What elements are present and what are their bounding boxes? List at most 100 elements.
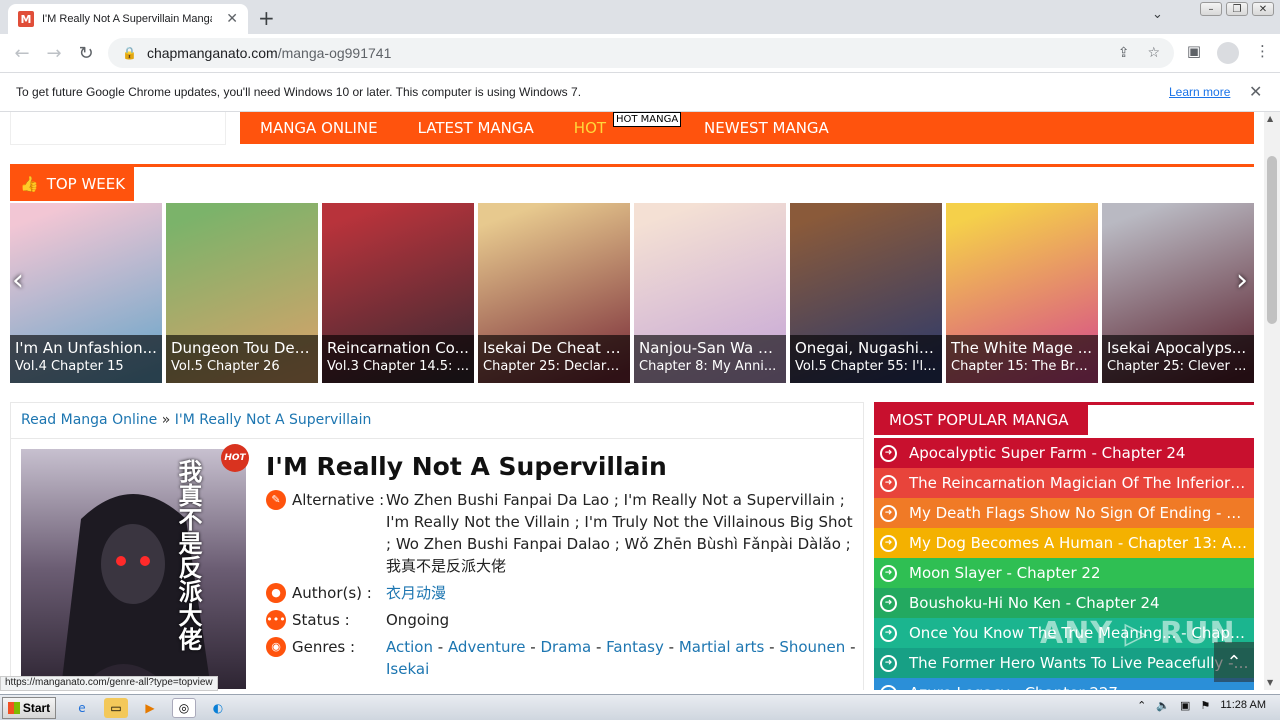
scroll-up-arrow-icon[interactable]: ▲ xyxy=(1267,114,1273,123)
nav-manga-online[interactable]: MANGA ONLINE xyxy=(260,119,378,137)
top-week-card[interactable]: Onegai, Nugashite. Vol.5 Chapter 55: I'll… xyxy=(790,203,942,383)
popular-item-text[interactable]: My Dog Becomes A Human - Chapter 13: A S… xyxy=(909,534,1249,552)
forward-arrow-icon[interactable]: → xyxy=(38,43,70,64)
edge-icon[interactable]: ◐ xyxy=(206,698,230,718)
bookmark-star-icon[interactable]: ☆ xyxy=(1147,45,1160,61)
card-title[interactable]: Isekai De Cheat S... xyxy=(483,339,625,357)
scroll-down-arrow-icon[interactable]: ▼ xyxy=(1267,678,1273,687)
volume-icon[interactable]: 🔈 xyxy=(1156,699,1170,712)
genre-link[interactable]: Drama xyxy=(540,638,591,656)
popular-item-text[interactable]: The Former Hero Wants To Live Peacefully… xyxy=(909,654,1249,672)
carousel-next-arrow-icon[interactable]: › xyxy=(1236,263,1248,298)
infobar-close-icon[interactable]: ✕ xyxy=(1249,82,1262,102)
clock[interactable]: 11:28 AM xyxy=(1220,699,1266,712)
card-chapter[interactable]: Chapter 25: Declara... xyxy=(483,359,625,374)
scrollbar-thumb[interactable] xyxy=(1267,156,1277,324)
browser-tab[interactable]: M I'M Really Not A Supervillain Manga O … xyxy=(8,4,248,34)
popular-item[interactable]: ➜ The Reincarnation Magician Of The Infer… xyxy=(874,468,1254,498)
genres-list: Action - Adventure - Drama - Fantasy - M… xyxy=(386,636,856,680)
page-scrollbar[interactable]: ▲ ▼ xyxy=(1264,112,1280,690)
top-week-card[interactable]: Isekai Apocalyps... Chapter 25: Clever ..… xyxy=(1102,203,1254,383)
new-tab-plus-icon[interactable]: + xyxy=(258,6,275,30)
popular-item-text[interactable]: Boushoku-Hi No Ken - Chapter 24 xyxy=(909,594,1249,612)
popular-item-text[interactable]: My Death Flags Show No Sign Of Ending - … xyxy=(909,504,1249,522)
share-icon[interactable]: ⇪ xyxy=(1118,45,1130,61)
site-logo-area[interactable] xyxy=(10,112,226,145)
card-title[interactable]: Onegai, Nugashite. xyxy=(795,339,937,357)
genre-link[interactable]: Isekai xyxy=(386,660,429,678)
start-button[interactable]: Start xyxy=(2,696,56,719)
learn-more-link[interactable]: Learn more xyxy=(1169,85,1230,99)
card-title[interactable]: The White Mage ... xyxy=(951,339,1093,357)
close-window-icon[interactable]: ✕ xyxy=(1252,2,1274,16)
breadcrumb-home[interactable]: Read Manga Online xyxy=(21,412,157,428)
popular-item-text[interactable]: Apocalyptic Super Farm - Chapter 24 xyxy=(909,444,1249,462)
popular-item-text[interactable]: Moon Slayer - Chapter 22 xyxy=(909,564,1249,582)
card-title[interactable]: Dungeon Tou De ... xyxy=(171,339,313,357)
popular-item[interactable]: ➜ My Dog Becomes A Human - Chapter 13: A … xyxy=(874,528,1254,558)
carousel-prev-arrow-icon[interactable]: ‹ xyxy=(12,263,24,298)
start-label: Start xyxy=(22,700,51,715)
tab-strip: M I'M Really Not A Supervillain Manga O … xyxy=(0,0,1280,34)
back-arrow-icon[interactable]: ← xyxy=(6,43,38,64)
scroll-to-top-chevron-icon[interactable]: ⌃ xyxy=(1214,642,1254,682)
menu-dots-icon[interactable]: ⋮ xyxy=(1255,42,1270,64)
card-chapter[interactable]: Vol.5 Chapter 26 xyxy=(171,359,313,374)
card-chapter[interactable]: Vol.3 Chapter 14.5: ... xyxy=(327,359,469,374)
nav-latest-manga[interactable]: LATEST MANGA xyxy=(418,119,534,137)
genre-link[interactable]: Shounen xyxy=(779,638,845,656)
url-text[interactable]: chapmanganato.com/manga-og991741 xyxy=(147,45,391,61)
profile-avatar-icon[interactable] xyxy=(1217,42,1239,64)
card-chapter[interactable]: Chapter 25: Clever ... xyxy=(1107,359,1249,374)
top-week-card[interactable]: Dungeon Tou De ... Vol.5 Chapter 26 xyxy=(166,203,318,383)
popular-item[interactable]: ➜ Apocalyptic Super Farm - Chapter 24 xyxy=(874,438,1254,468)
arrow-circle-icon: ➜ xyxy=(880,564,897,582)
popular-item[interactable]: ➜ Boushoku-Hi No Ken - Chapter 24 xyxy=(874,588,1254,618)
author-link[interactable]: 衣月动漫 xyxy=(386,582,856,604)
popular-item-text[interactable]: The Reincarnation Magician Of The Inferi… xyxy=(909,474,1249,492)
breadcrumb-current[interactable]: I'M Really Not A Supervillain xyxy=(175,412,372,428)
action-center-flag-icon[interactable]: ⚑ xyxy=(1200,699,1210,712)
popular-item[interactable]: ➜ Moon Slayer - Chapter 22 xyxy=(874,558,1254,588)
card-title[interactable]: I'm An Unfashion... xyxy=(15,339,157,357)
genre-separator: - xyxy=(591,638,607,656)
card-chapter[interactable]: Chapter 8: My Anni... xyxy=(639,359,781,374)
genre-link[interactable]: Adventure xyxy=(448,638,526,656)
main-nav: MANGA ONLINE LATEST MANGA HOT NEWEST MAN… xyxy=(240,112,1254,144)
top-week-card[interactable]: Nanjou-San Wa B... Chapter 8: My Anni... xyxy=(634,203,786,383)
popular-item[interactable]: ➜ The Former Hero Wants To Live Peacefull… xyxy=(874,648,1254,678)
minimize-icon[interactable]: – xyxy=(1200,2,1222,16)
genre-link[interactable]: Fantasy xyxy=(606,638,664,656)
network-icon[interactable]: ▣ xyxy=(1180,699,1190,712)
ie-icon[interactable]: e xyxy=(70,698,94,718)
media-player-icon[interactable]: ▶ xyxy=(138,698,162,718)
tray-expand-icon[interactable]: ⌃ xyxy=(1137,699,1146,712)
address-bar[interactable]: 🔒 chapmanganato.com/manga-og991741 ⇪ ☆ xyxy=(108,38,1174,68)
top-week-card[interactable]: Isekai De Cheat S... Chapter 25: Declara.… xyxy=(478,203,630,383)
top-week-card[interactable]: The White Mage ... Chapter 15: The Bra... xyxy=(946,203,1098,383)
nav-newest-manga[interactable]: NEWEST MANGA xyxy=(704,119,829,137)
tab-search-chevron-icon[interactable]: ⌄ xyxy=(1152,7,1163,22)
top-week-card[interactable]: I'm An Unfashion... Vol.4 Chapter 15 xyxy=(10,203,162,383)
popular-item-text[interactable]: Azure Legacy - Chapter 227 xyxy=(909,684,1249,690)
nav-hot-manga[interactable]: HOT xyxy=(574,119,606,137)
restore-icon[interactable]: ❐ xyxy=(1226,2,1248,16)
card-chapter[interactable]: Chapter 15: The Bra... xyxy=(951,359,1093,374)
popular-item[interactable]: ➜ My Death Flags Show No Sign Of Ending -… xyxy=(874,498,1254,528)
popular-item[interactable]: ➜ Azure Legacy - Chapter 227 xyxy=(874,678,1254,690)
genre-link[interactable]: Martial arts xyxy=(679,638,765,656)
card-title[interactable]: Reincarnation Co... xyxy=(327,339,469,357)
card-chapter[interactable]: Vol.4 Chapter 15 xyxy=(15,359,157,374)
reload-icon[interactable]: ↻ xyxy=(70,43,102,64)
card-title[interactable]: Nanjou-San Wa B... xyxy=(639,339,781,357)
explorer-folder-icon[interactable]: ▭ xyxy=(104,697,128,718)
lock-icon[interactable]: 🔒 xyxy=(122,46,137,60)
genre-link[interactable]: Action xyxy=(386,638,433,656)
card-chapter[interactable]: Vol.5 Chapter 55: I'll... xyxy=(795,359,937,374)
top-week-card[interactable]: Reincarnation Co... Vol.3 Chapter 14.5: .… xyxy=(322,203,474,383)
chrome-icon[interactable]: ◎ xyxy=(172,697,196,718)
alternative-value: Wo Zhen Bushi Fanpai Da Lao ; I'm Really… xyxy=(386,491,853,575)
close-tab-icon[interactable]: ✕ xyxy=(226,11,238,27)
card-title[interactable]: Isekai Apocalyps... xyxy=(1107,339,1249,357)
side-panel-icon[interactable]: ▣ xyxy=(1187,42,1201,64)
